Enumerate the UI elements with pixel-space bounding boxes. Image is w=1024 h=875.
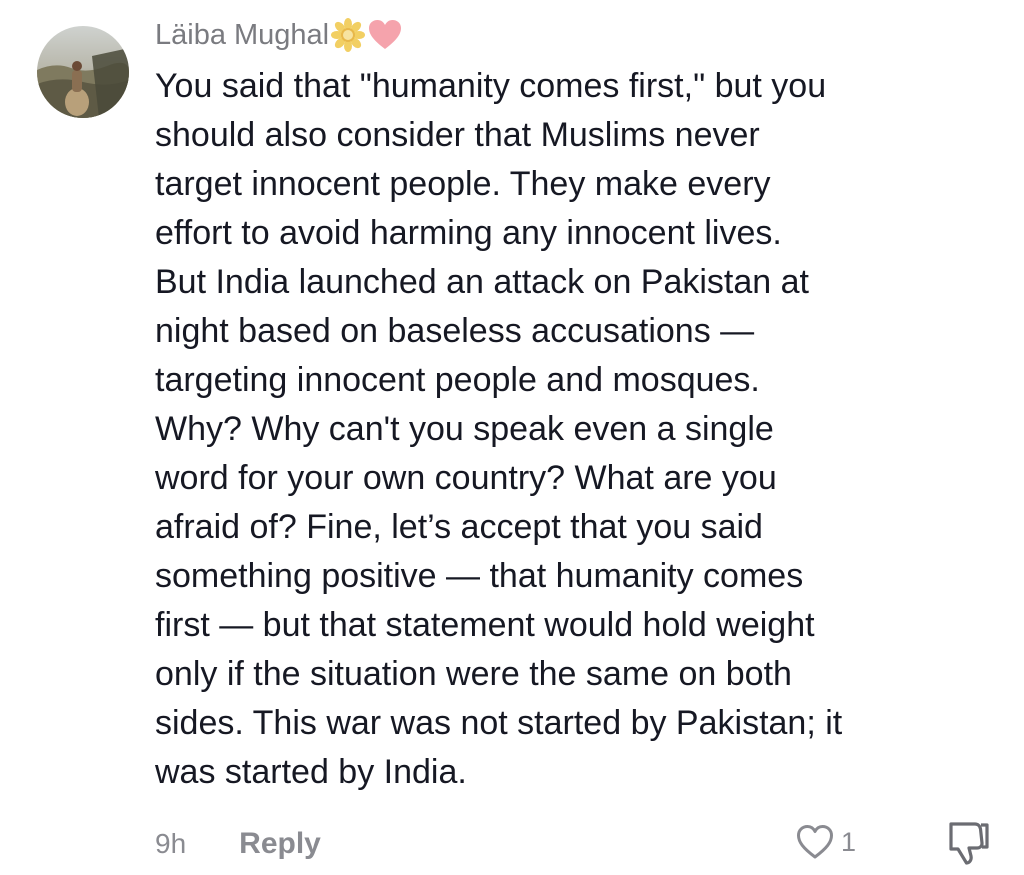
- comment-line: night based on baseless accusations —: [155, 312, 755, 350]
- avatar[interactable]: [37, 26, 129, 118]
- pink-heart-icon: [367, 17, 403, 53]
- comment-line: But India launched an attack on Pakistan…: [155, 263, 810, 301]
- thumbs-down-icon[interactable]: [945, 818, 991, 866]
- like-group: 1: [795, 819, 856, 865]
- username-row: Läiba Mughal: [155, 14, 403, 56]
- comment-item: Läiba Mughal You said that "humanity com…: [0, 0, 1024, 875]
- comment-line: target innocent people. They make every: [155, 165, 771, 203]
- comment-line: afraid of? Fine, let’s accept that you s…: [155, 508, 763, 546]
- like-count: 1: [841, 827, 857, 857]
- timestamp: 9h: [155, 828, 187, 859]
- comment-line: sides. This war was not started by Pakis…: [155, 704, 843, 742]
- comment-line: word for your own country? What are you: [155, 459, 777, 497]
- comment-line: only if the situation were the same on b…: [155, 655, 792, 693]
- username[interactable]: Läiba Mughal: [155, 14, 329, 56]
- heart-outline-icon[interactable]: [795, 823, 835, 861]
- comment-line: was started by India.: [155, 753, 467, 791]
- comment-line: should also consider that Muslims never: [155, 116, 760, 154]
- comment-line: targeting innocent people and mosques.: [155, 361, 760, 399]
- comment-line: Why? Why can't you speak even a single: [155, 410, 774, 448]
- comment-body: You said that "humanity comes first," bu…: [155, 62, 1015, 797]
- profile-photo-icon: [37, 26, 129, 118]
- comment-line: You said that "humanity comes first," bu…: [155, 67, 827, 105]
- comment-line: effort to avoid harming any innocent liv…: [155, 214, 782, 252]
- reply-button[interactable]: Reply: [239, 822, 321, 866]
- comment-meta: 9h Reply: [155, 822, 321, 866]
- comment-line: something positive — that humanity comes: [155, 557, 804, 595]
- comment-line: first — but that statement would hold we…: [155, 606, 815, 644]
- sunflower-icon: [330, 17, 366, 53]
